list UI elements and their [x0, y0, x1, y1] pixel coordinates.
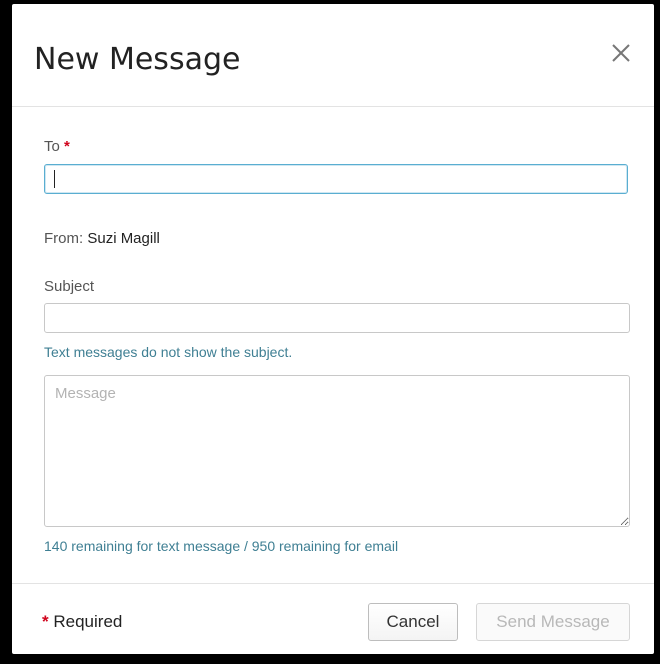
to-label-text: To [44, 138, 60, 155]
dialog-title: New Message [34, 42, 241, 77]
dialog-header: New Message [12, 4, 654, 107]
text-cursor [54, 170, 55, 188]
required-note: * Required [42, 612, 122, 632]
from-line: From: Suzi Magill [44, 230, 160, 247]
message-counter: 140 remaining for text message / 950 rem… [44, 538, 399, 554]
required-asterisk: * [64, 138, 70, 155]
to-label: To * [44, 138, 70, 155]
required-label: Required [53, 612, 123, 631]
subject-input[interactable] [44, 303, 630, 333]
subject-hint: Text messages do not show the subject. [44, 344, 293, 360]
subject-label: Subject [44, 278, 95, 295]
from-name: Suzi Magill [87, 230, 160, 247]
to-input[interactable] [44, 164, 628, 194]
cancel-button[interactable]: Cancel [368, 603, 458, 641]
new-message-dialog: New Message To * From: Suzi Magill Subje… [12, 4, 654, 654]
dialog-footer: * Required Cancel Send Message [12, 583, 654, 655]
message-textarea[interactable] [44, 375, 630, 527]
required-asterisk: * [42, 612, 49, 631]
from-label: From: [44, 230, 84, 247]
send-message-button[interactable]: Send Message [476, 603, 630, 641]
close-icon[interactable] [604, 36, 638, 70]
